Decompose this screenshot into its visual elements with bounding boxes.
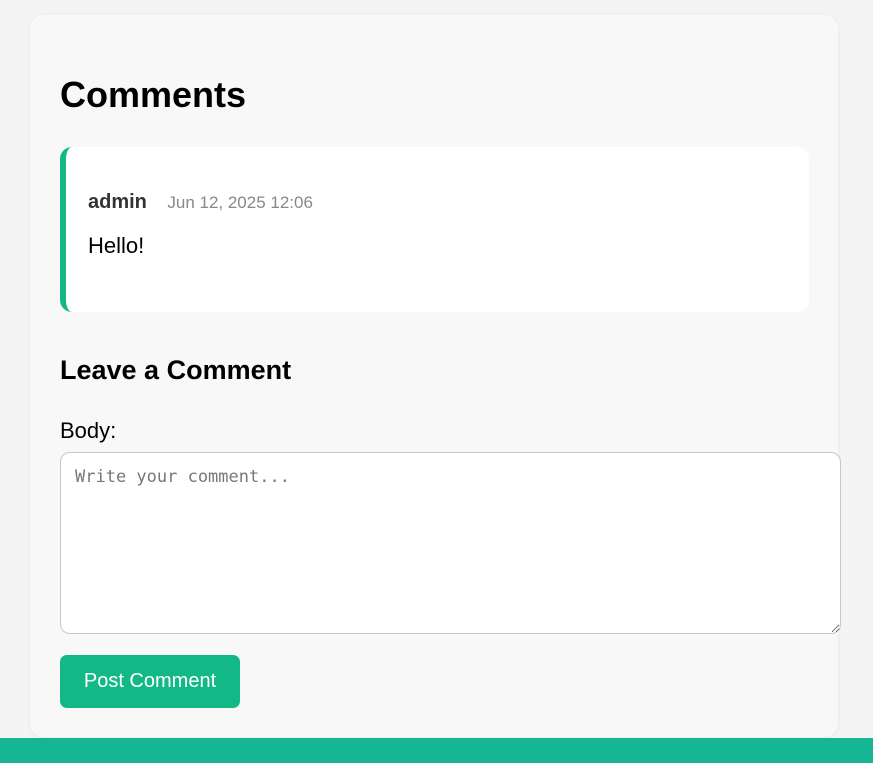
comments-card: Comments admin Jun 12, 2025 12:06 Hello!… — [30, 15, 841, 737]
body-label: Body: — [60, 418, 117, 443]
leave-comment-heading: Leave a Comment — [60, 355, 292, 385]
post-comment-button[interactable]: Post Comment — [60, 655, 240, 708]
footer-bar — [0, 738, 873, 763]
page: Comments admin Jun 12, 2025 12:06 Hello!… — [0, 0, 873, 763]
comment-meta: admin Jun 12, 2025 12:06 — [88, 191, 313, 214]
comment-body: Hello! — [88, 233, 145, 258]
comment-author: admin — [88, 191, 147, 213]
comment-body-textarea[interactable] — [60, 452, 841, 634]
comment-item: admin Jun 12, 2025 12:06 Hello! — [60, 147, 809, 312]
comments-heading: Comments — [60, 74, 247, 115]
comment-timestamp: Jun 12, 2025 12:06 — [167, 193, 313, 212]
